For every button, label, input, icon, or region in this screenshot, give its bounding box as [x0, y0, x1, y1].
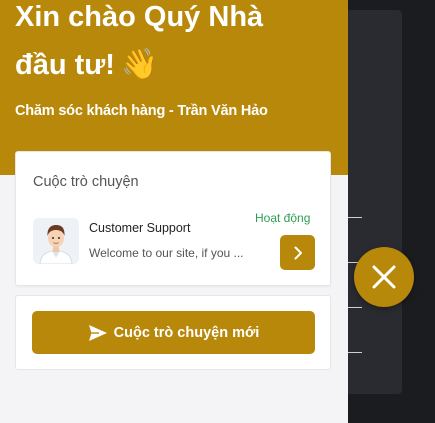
conversations-title: Cuộc trò chuyện: [33, 174, 139, 190]
send-icon: [88, 324, 107, 341]
backdrop-divider: [348, 307, 362, 308]
backdrop-divider: [348, 217, 362, 218]
support-agent-avatar: [33, 218, 79, 264]
last-message-preview: Welcome to our site, if you ...: [89, 246, 244, 260]
greeting-title: Xin chào Quý Nhà đầu tư! 👋: [15, 0, 335, 82]
close-icon: [372, 265, 396, 289]
new-chat-button[interactable]: Cuộc trò chuyện mới: [32, 311, 315, 354]
agent-name: Customer Support: [89, 221, 191, 235]
page-backdrop-panel: [348, 10, 402, 394]
close-chat-button[interactable]: [354, 247, 414, 307]
waving-hand-icon: 👋: [120, 48, 159, 81]
open-conversation-button[interactable]: [280, 235, 315, 270]
backdrop-divider: [348, 352, 362, 353]
chat-widget: Xin chào Quý Nhà đầu tư! 👋 Chăm sóc khách…: [0, 0, 348, 423]
new-chat-card: Cuộc trò chuyện mới: [15, 295, 331, 370]
status-badge: Hoạt động: [255, 211, 311, 225]
widget-header: Xin chào Quý Nhà đầu tư! 👋 Chăm sóc khách…: [0, 0, 348, 175]
header-subtitle: Chăm sóc khách hàng - Trần Văn Hảo: [15, 103, 268, 119]
greeting-line-2-text: đầu tư!: [15, 49, 115, 81]
greeting-line-1: Xin chào Quý Nhà: [15, 1, 264, 33]
new-chat-label: Cuộc trò chuyện mới: [113, 324, 260, 341]
chevron-right-icon: [294, 246, 302, 259]
greeting-line-2: đầu tư! 👋: [15, 48, 335, 82]
conversations-card: Cuộc trò chuyện Customer Support Welcome…: [15, 151, 331, 286]
